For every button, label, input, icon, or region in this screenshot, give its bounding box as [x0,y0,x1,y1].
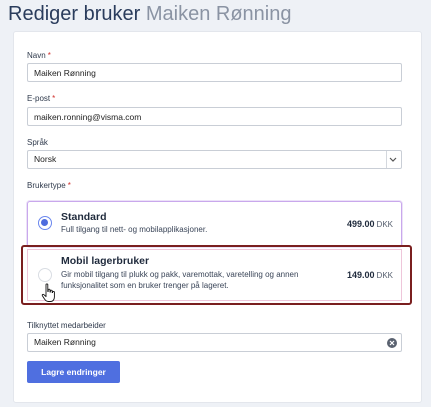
email-label: E-post * [27,94,56,103]
linked-employee-label: Tilknyttet medarbeider [27,321,106,330]
radio-standard[interactable] [38,216,52,230]
hand-cursor-icon [41,283,55,302]
option-price: 499.00 DKK [347,219,393,229]
email-input[interactable] [27,107,402,126]
option-title: Standard [61,211,107,223]
user-type-option-mobile-warehouse[interactable]: Mobil lagerbruker Gir mobil tilgang til … [27,249,402,301]
page-title: Rediger bruker Maiken Rønning [8,3,291,26]
save-changes-button[interactable]: Lagre endringer [27,361,120,383]
linked-employee-value: Maiken Rønning [34,337,96,347]
edit-user-form: Navn* E-post* Språk Norsk Brukertype* St… [13,31,422,403]
required-marker: * [67,181,71,190]
required-marker: * [47,51,51,60]
clear-icon[interactable] [387,338,397,348]
page-title-action: Rediger bruker [8,3,141,25]
user-type-label: Brukertype * [27,181,71,190]
select-divider [386,151,387,168]
user-type-option-standard[interactable]: Standard Full tilgang til nett- og mobil… [27,201,402,247]
option-currency: DKK [376,271,393,280]
option-description: Gir mobil tilgang til plukk og pakk, var… [61,270,299,290]
name-input[interactable] [27,63,402,82]
language-label: Språk [27,138,48,147]
option-currency: DKK [376,220,393,229]
chevron-down-icon[interactable] [388,153,398,165]
option-price: 149.00 DKK [347,270,393,280]
required-marker: * [52,94,56,103]
page-title-user-name: Maiken Rønning [145,3,292,25]
option-title: Mobil lagerbruker [61,255,150,267]
linked-employee-select[interactable]: Maiken Rønning [27,333,402,352]
name-label: Navn * [27,51,51,60]
language-select-value: Norsk [34,154,57,164]
radio-mobile-warehouse[interactable] [38,268,52,282]
option-description: Full tilgang til nett- og mobilapplikasj… [61,225,208,234]
language-select[interactable]: Norsk [27,150,402,169]
